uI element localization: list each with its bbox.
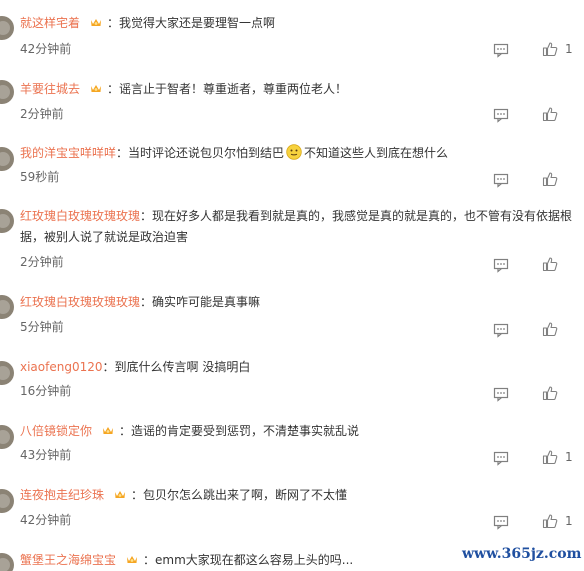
reply-button[interactable] xyxy=(493,386,509,402)
thumbs-up-icon xyxy=(542,107,558,122)
comment-time: 42分钟前 xyxy=(20,42,72,56)
comment-body: xiaofeng0120：到底什么传言啊 没搞明白 xyxy=(20,360,251,374)
comment-time: 59秒前 xyxy=(20,170,60,184)
comment-body: 八倍镜锁定你 ：造谣的肯定要受到惩罚，不清楚事实就乱说 xyxy=(20,423,360,438)
comment-icon xyxy=(493,258,509,273)
comment-time: 42分钟前 xyxy=(20,513,72,527)
avatar[interactable] xyxy=(0,209,14,233)
comment-text-continued: 不知道这些人到底在想什么 xyxy=(304,146,449,160)
like-button[interactable] xyxy=(542,384,565,402)
comment-body: 红玫瑰白玫瑰玫瑰玫瑰：现在好多人都是我看到就是真的，我感觉是真的就是真的，也不管… xyxy=(20,209,573,244)
comment-text: emm大家现在都这么容易上头的吗... xyxy=(155,553,354,567)
avatar[interactable] xyxy=(0,80,14,104)
reply-button[interactable] xyxy=(493,257,509,273)
like-button[interactable]: 1 xyxy=(542,40,573,58)
username[interactable]: 八倍镜锁定你 xyxy=(20,424,92,438)
reply-button[interactable] xyxy=(493,450,509,466)
like-button[interactable] xyxy=(542,105,565,123)
comment-icon xyxy=(493,515,509,530)
comment-text: 我觉得大家还是要理智一点啊 xyxy=(119,16,276,30)
comment-text: 确实咋可能是真事嘛 xyxy=(152,295,261,309)
verified-badge-icon xyxy=(125,552,139,566)
comment-actions xyxy=(490,105,570,125)
site-watermark: www.365jz.com xyxy=(462,546,582,562)
comment-time: 5分钟前 xyxy=(20,320,64,334)
comment-time: 2分钟前 xyxy=(20,255,64,269)
comment-text: 造谣的肯定要受到惩罚，不清楚事实就乱说 xyxy=(131,424,360,438)
comment-body: 就这样宅着 ：我觉得大家还是要理智一点啊 xyxy=(20,15,276,30)
thumbs-up-icon xyxy=(542,514,558,529)
like-count: 1 xyxy=(565,450,573,464)
comment-actions: 1 xyxy=(490,512,573,532)
thumbs-up-icon xyxy=(542,257,558,272)
thumbs-up-icon xyxy=(542,450,558,465)
username[interactable]: xiaofeng0120 xyxy=(20,360,103,374)
username[interactable]: 就这样宅着 xyxy=(20,16,80,30)
reply-button[interactable] xyxy=(493,172,509,188)
comment-icon xyxy=(493,43,509,58)
avatar[interactable] xyxy=(0,489,14,513)
verified-badge-icon xyxy=(113,487,127,501)
avatar[interactable] xyxy=(0,425,14,449)
verified-badge-icon xyxy=(89,81,103,95)
thumbs-up-icon xyxy=(542,42,558,57)
comment-body: 我的洋宝宝咩咩咩：当时评论还说包贝尔怕到结巴 不知道这些人到底在想什么 xyxy=(20,144,449,160)
reply-button[interactable] xyxy=(493,42,509,58)
comment-time: 16分钟前 xyxy=(20,384,72,398)
comment-body: 连夜抱走纪珍珠 ：包贝尔怎么跳出来了啊，断网了不太懂 xyxy=(20,487,348,502)
comment-actions: 1 xyxy=(490,40,573,60)
reply-button[interactable] xyxy=(493,322,509,338)
like-count: 1 xyxy=(565,42,573,56)
comment-feed: 就这样宅着 ：我觉得大家还是要理智一点啊 42分钟前 1 羊要往城去 ：谣言止于智者… xyxy=(0,0,584,571)
reply-button[interactable] xyxy=(493,514,509,530)
comment-icon xyxy=(493,108,509,123)
comment-actions xyxy=(490,170,570,190)
like-button[interactable] xyxy=(542,255,565,273)
like-count: 1 xyxy=(565,514,573,528)
avatar[interactable] xyxy=(0,295,14,319)
comment-icon xyxy=(493,173,509,188)
comment-actions xyxy=(490,255,570,275)
smiley-emoji-icon xyxy=(286,144,302,160)
comment-text: 包贝尔怎么跳出来了啊，断网了不太懂 xyxy=(143,488,348,502)
comment-icon xyxy=(493,387,509,402)
username[interactable]: 羊要往城去 xyxy=(20,82,80,96)
like-button[interactable] xyxy=(542,170,565,188)
username[interactable]: 红玫瑰白玫瑰玫瑰玫瑰 xyxy=(20,209,140,223)
reply-button[interactable] xyxy=(493,107,509,123)
like-button[interactable]: 1 xyxy=(542,512,573,530)
comment-text: 当时评论还说包贝尔怕到结巴 xyxy=(128,146,285,160)
avatar[interactable] xyxy=(0,553,14,571)
comment-icon xyxy=(493,451,509,466)
comment-body: 红玫瑰白玫瑰玫瑰玫瑰：确实咋可能是真事嘛 xyxy=(20,295,261,309)
comment-actions xyxy=(490,320,570,340)
thumbs-up-icon xyxy=(542,172,558,187)
verified-badge-icon xyxy=(89,15,103,29)
username[interactable]: 我的洋宝宝咩咩咩 xyxy=(20,146,116,160)
comment-text: 到底什么传言啊 没搞明白 xyxy=(114,360,251,374)
comment-text: 谣言止于智者！尊重逝者，尊重两位老人！ xyxy=(119,82,348,96)
comment-body: 羊要往城去 ：谣言止于智者！尊重逝者，尊重两位老人！ xyxy=(20,81,348,96)
thumbs-up-icon xyxy=(542,386,558,401)
comment-time: 43分钟前 xyxy=(20,448,72,462)
comment-actions: 1 xyxy=(490,448,573,468)
username[interactable]: 连夜抱走纪珍珠 xyxy=(20,488,104,502)
comment-actions xyxy=(490,384,570,404)
username[interactable]: 红玫瑰白玫瑰玫瑰玫瑰 xyxy=(20,295,140,309)
like-button[interactable]: 1 xyxy=(542,448,573,466)
avatar[interactable] xyxy=(0,147,14,171)
username[interactable]: 蟹堡王之海绵宝宝 xyxy=(20,553,116,567)
verified-badge-icon xyxy=(101,423,115,437)
like-button[interactable] xyxy=(542,320,565,338)
avatar[interactable] xyxy=(0,16,14,40)
avatar[interactable] xyxy=(0,361,14,385)
comment-time: 2分钟前 xyxy=(20,107,64,121)
thumbs-up-icon xyxy=(542,322,558,337)
comment-icon xyxy=(493,323,509,338)
